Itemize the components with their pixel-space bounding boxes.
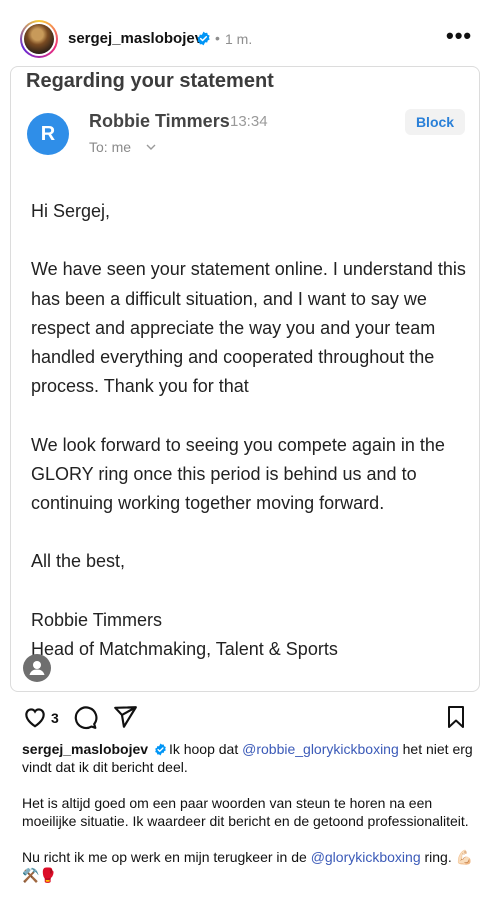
email-body: Hi Sergej, We have seen your statement o… (31, 197, 471, 664)
action-bar: 3 (0, 700, 493, 734)
more-icon[interactable]: ••• (446, 25, 472, 47)
caption-text: Nu richt ik me op werk en mijn terugkeer… (22, 849, 311, 865)
like-count[interactable]: 3 (51, 710, 59, 726)
heart-icon[interactable] (22, 704, 48, 730)
username[interactable]: sergej_maslobojev (68, 30, 203, 47)
mention-link[interactable]: @glorykickboxing (311, 849, 421, 865)
caption-paragraph: Het is altijd goed om een paar woorden v… (22, 795, 469, 829)
caption: sergej_maslobojev Ik hoop dat @robbie_gl… (22, 740, 477, 884)
post-time: 1 m. (225, 31, 253, 47)
comment-icon[interactable] (72, 704, 98, 730)
bookmark-icon[interactable] (444, 704, 468, 730)
chevron-down-icon (146, 144, 156, 150)
share-icon[interactable] (112, 704, 138, 730)
avatar[interactable] (20, 20, 58, 58)
avatar-image (24, 24, 54, 54)
person-icon[interactable] (23, 654, 51, 682)
caption-text: Ik hoop dat (168, 741, 243, 757)
mention-link[interactable]: @robbie_glorykickboxing (242, 741, 399, 757)
email-greeting: Hi Sergej, (31, 201, 111, 221)
sender-name: Robbie Timmers (89, 111, 230, 131)
signature-title: Head of Matchmaking, Talent & Sports (31, 638, 338, 659)
caption-username[interactable]: sergej_maslobojev (22, 741, 148, 757)
email-subject: Regarding your statement (26, 70, 274, 92)
sent-time: 13:34 (230, 113, 268, 130)
separator-dot: • (215, 30, 220, 46)
recipient-line: To: me (89, 139, 132, 155)
block-button: Block (405, 109, 465, 135)
email-screenshot[interactable]: Regarding your statement R Robbie Timmer… (10, 66, 480, 692)
verified-icon (155, 743, 166, 756)
verified-icon (197, 31, 210, 46)
email-paragraph: We have seen your statement online. I un… (31, 259, 466, 397)
email-closing: All the best, (31, 551, 126, 572)
email-paragraph: We look forward to seeing you compete ag… (31, 434, 445, 513)
signature-name: Robbie Timmers (31, 609, 163, 630)
sender-avatar: R (27, 113, 69, 155)
